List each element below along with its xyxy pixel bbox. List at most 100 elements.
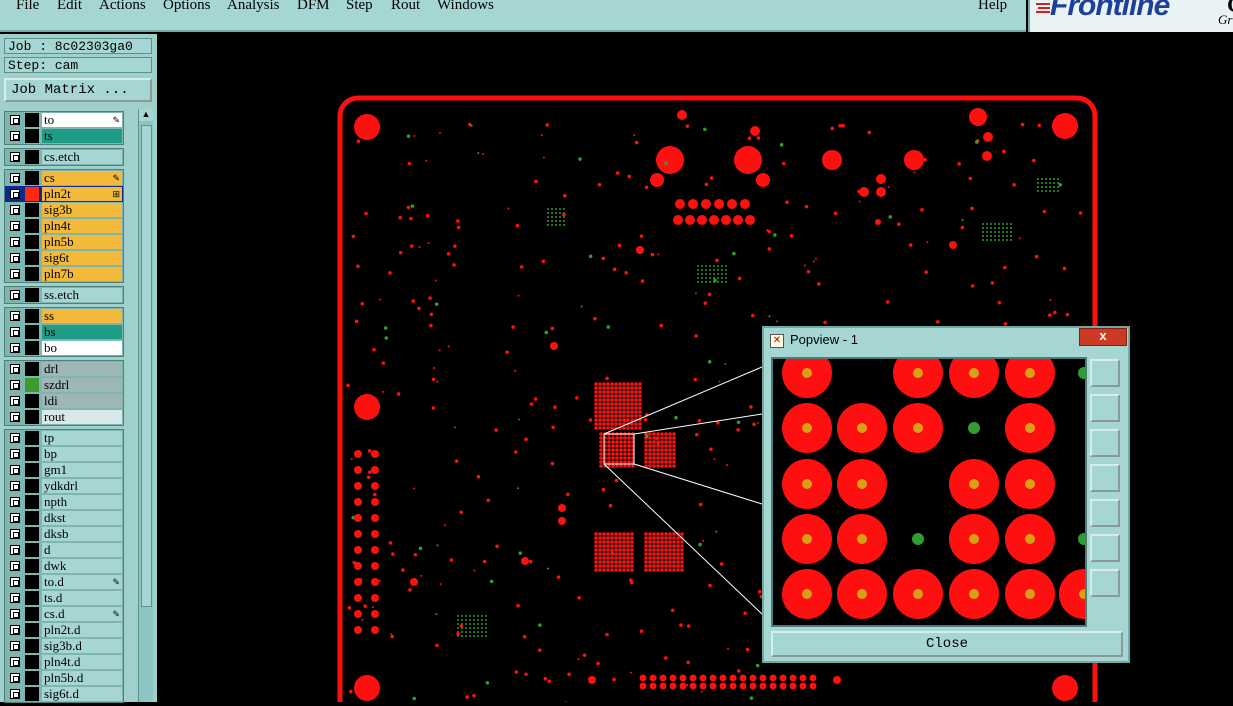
layer-color-swatch[interactable] <box>25 655 39 669</box>
layer-row-sig3b-d[interactable]: sig3b.d <box>5 638 123 654</box>
menu-step[interactable]: Step <box>346 0 373 14</box>
layer-name[interactable]: drl <box>42 362 122 376</box>
layer-name[interactable]: ss <box>42 309 122 323</box>
layer-checkbox[interactable] <box>10 545 20 555</box>
layer-row-bs[interactable]: bs <box>5 324 123 340</box>
layer-color-swatch[interactable] <box>25 511 39 525</box>
layer-name[interactable]: to.d ✎ <box>42 575 122 589</box>
layer-color-swatch[interactable] <box>25 309 39 323</box>
layer-row-bp[interactable]: bp <box>5 446 123 462</box>
layer-row-pln5b[interactable]: pln5b <box>5 234 123 250</box>
layer-color-swatch[interactable] <box>25 341 39 355</box>
menu-analysis[interactable]: Analysis <box>227 0 280 14</box>
layer-name[interactable]: gm1 <box>42 463 122 477</box>
layer-color-swatch[interactable] <box>25 431 39 445</box>
menu-edit[interactable]: Edit <box>57 0 82 14</box>
layer-row-npth[interactable]: npth <box>5 494 123 510</box>
layer-checkbox[interactable] <box>10 253 20 263</box>
zoom-out-icon[interactable] <box>1090 569 1120 597</box>
layer-row-pln5b-d[interactable]: pln5b.d <box>5 670 123 686</box>
layer-row-to[interactable]: to ✎ <box>5 112 123 128</box>
layer-color-swatch[interactable] <box>25 463 39 477</box>
layer-row-pln2t[interactable]: pln2t ⊞ <box>5 186 123 202</box>
layer-name[interactable]: ts.d <box>42 591 122 605</box>
layer-checkbox[interactable] <box>10 205 20 215</box>
layer-checkbox[interactable] <box>10 673 20 683</box>
layer-checkbox[interactable] <box>10 449 20 459</box>
layer-checkbox[interactable] <box>10 115 20 125</box>
layer-checkbox[interactable] <box>10 657 20 667</box>
layer-name[interactable]: dkst <box>42 511 122 525</box>
layer-name[interactable]: npth <box>42 495 122 509</box>
menu-actions[interactable]: Actions <box>99 0 146 14</box>
menu-rout[interactable]: Rout <box>391 0 420 14</box>
pan-down-icon[interactable] <box>1090 429 1120 457</box>
layer-row-rout[interactable]: rout <box>5 409 123 425</box>
layer-color-swatch[interactable] <box>25 219 39 233</box>
close-button[interactable]: Close <box>771 631 1123 657</box>
layer-checkbox[interactable] <box>10 433 20 443</box>
pan-right-icon[interactable] <box>1090 499 1120 527</box>
layer-name[interactable]: cs.d ✎ <box>42 607 122 621</box>
layer-checkbox[interactable] <box>10 380 20 390</box>
layer-scrollbar[interactable]: ▲ <box>138 109 153 702</box>
menu-windows[interactable]: Windows <box>437 0 494 14</box>
layer-checkbox[interactable] <box>10 465 20 475</box>
layer-row-ts-d[interactable]: ts.d <box>5 590 123 606</box>
menu-file[interactable]: File <box>16 0 39 14</box>
layer-row-cs[interactable]: cs ✎ <box>5 170 123 186</box>
layer-color-swatch[interactable] <box>25 113 39 127</box>
scroll-thumb[interactable] <box>141 125 152 607</box>
layer-color-swatch[interactable] <box>25 288 39 302</box>
layer-checkbox[interactable] <box>10 497 20 507</box>
layer-row-pln2t-d[interactable]: pln2t.d <box>5 622 123 638</box>
layer-name[interactable]: ldi <box>42 394 122 408</box>
layer-color-swatch[interactable] <box>25 251 39 265</box>
layer-row-tp[interactable]: tp <box>5 430 123 446</box>
layer-color-swatch[interactable] <box>25 591 39 605</box>
layer-row-bo[interactable]: bo <box>5 340 123 356</box>
layer-color-swatch[interactable] <box>25 410 39 424</box>
layer-color-swatch[interactable] <box>25 129 39 143</box>
layer-row-ss[interactable]: ss <box>5 308 123 324</box>
layer-color-swatch[interactable] <box>25 267 39 281</box>
layer-row-pln4t-d[interactable]: pln4t.d <box>5 654 123 670</box>
layer-row-dksb[interactable]: dksb <box>5 526 123 542</box>
layer-name[interactable]: sig3b.d <box>42 639 122 653</box>
layer-checkbox[interactable] <box>10 311 20 321</box>
layer-checkbox[interactable] <box>10 412 20 422</box>
layer-row-cs-d[interactable]: cs.d ✎ <box>5 606 123 622</box>
layer-checkbox[interactable] <box>10 625 20 635</box>
close-icon[interactable]: x <box>1079 328 1127 346</box>
layer-name[interactable]: cs.etch <box>42 150 122 164</box>
layer-row-pln7b[interactable]: pln7b <box>5 266 123 282</box>
layer-row-szdrl[interactable]: szdrl <box>5 377 123 393</box>
layer-color-swatch[interactable] <box>25 575 39 589</box>
layer-color-swatch[interactable] <box>25 639 39 653</box>
layer-name[interactable]: sig6t <box>42 251 122 265</box>
layer-checkbox[interactable] <box>10 343 20 353</box>
pan-left-icon[interactable] <box>1090 464 1120 492</box>
layer-color-swatch[interactable] <box>25 479 39 493</box>
scroll-up-arrow-icon[interactable]: ▲ <box>139 109 153 121</box>
layer-name[interactable]: ydkdrl <box>42 479 122 493</box>
layer-row-sig6t[interactable]: sig6t <box>5 250 123 266</box>
layer-color-swatch[interactable] <box>25 671 39 685</box>
layer-name[interactable]: cs ✎ <box>42 171 122 185</box>
layer-row-ydkdrl[interactable]: ydkdrl <box>5 478 123 494</box>
layer-color-swatch[interactable] <box>25 495 39 509</box>
layer-color-swatch[interactable] <box>25 325 39 339</box>
layer-row-ss-etch[interactable]: ss.etch <box>5 287 123 303</box>
layer-name[interactable]: pln5b <box>42 235 122 249</box>
layer-row-drl[interactable]: drl <box>5 361 123 377</box>
layer-color-swatch[interactable] <box>25 447 39 461</box>
layer-name[interactable]: sig3b <box>42 203 122 217</box>
layer-checkbox[interactable] <box>10 237 20 247</box>
layer-checkbox[interactable] <box>10 561 20 571</box>
layer-name[interactable]: dwk <box>42 559 122 573</box>
layer-name[interactable]: pln5b.d <box>42 671 122 685</box>
layer-color-swatch[interactable] <box>25 235 39 249</box>
layer-name[interactable]: bo <box>42 341 122 355</box>
layer-checkbox[interactable] <box>10 221 20 231</box>
layer-color-swatch[interactable] <box>25 687 39 701</box>
